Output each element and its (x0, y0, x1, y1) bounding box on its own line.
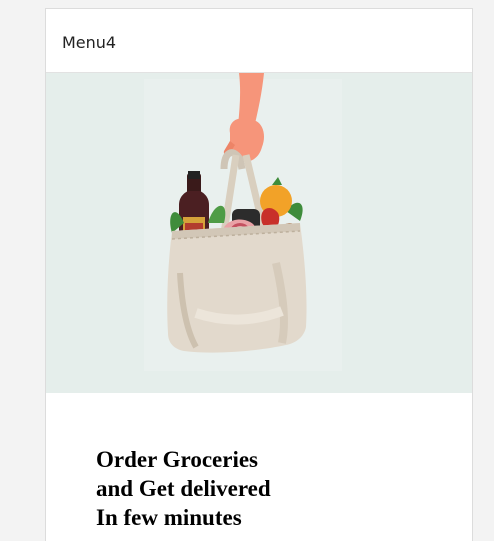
app-card: Menu4 Order Groceries and Get delivered … (45, 8, 473, 541)
bottom-sheet: Order Groceries and Get delivered In few… (46, 393, 472, 541)
menu-title[interactable]: Menu4 (62, 33, 116, 52)
hero-banner (46, 73, 472, 393)
header-bar: Menu4 (46, 9, 472, 73)
grocery-bag-illustration (46, 73, 472, 393)
tagline-line: and Get delivered (96, 476, 271, 501)
tagline-line: Order Groceries (96, 447, 258, 472)
tagline-line: In few minutes (96, 505, 242, 530)
tagline-heading: Order Groceries and Get delivered In few… (96, 445, 271, 532)
